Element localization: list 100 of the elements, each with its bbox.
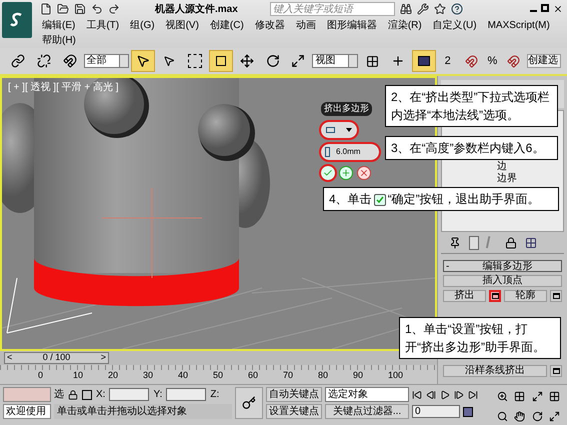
set-key-button[interactable]	[235, 387, 263, 419]
command-button[interactable]: 挤出	[443, 290, 486, 302]
command-button[interactable]: 轮廓	[504, 290, 547, 302]
pin-stack-icon[interactable]	[449, 236, 461, 248]
ruler-tick-label: 80	[318, 368, 330, 382]
ruler-tick-label: 0	[38, 368, 44, 382]
ruler-tick-label: 50	[213, 368, 224, 382]
ruler-tick-label: 30	[143, 368, 154, 382]
menu-item[interactable]: 组(G)	[130, 18, 155, 33]
time-slider-thumb[interactable]: < 0 / 100 >	[4, 352, 109, 364]
absolute-mode-icon[interactable]	[82, 390, 92, 400]
menu-item[interactable]: 图形编辑器	[326, 18, 377, 33]
next-frame-icon[interactable]	[454, 390, 464, 400]
settings-button[interactable]	[550, 290, 562, 302]
show-end-result-icon[interactable]	[469, 236, 479, 250]
instruction-tooltip: 2、在“挤出类型”下拉式选项栏内选择“本地法线”选项。	[385, 85, 558, 127]
window-crossing-icon[interactable]	[208, 50, 233, 72]
extrusion-type-dropdown[interactable]	[321, 122, 357, 138]
play-icon[interactable]	[440, 390, 450, 400]
menu-item[interactable]: 修改器	[254, 18, 285, 33]
menu-item[interactable]: 创建(C)	[210, 18, 244, 33]
star-icon[interactable]	[434, 3, 446, 15]
search-field[interactable]: 键入关键字或短语	[270, 2, 395, 16]
instruction-tooltip: 3、在“高度”参数栏内键入6。	[385, 136, 558, 160]
reference-coord-dropdown[interactable]: 视图	[312, 54, 358, 68]
dropdown-arrow-icon	[346, 128, 352, 132]
zoom-icon[interactable]	[497, 390, 508, 402]
key-filters-button[interactable]: 关键点过滤器...	[325, 404, 409, 419]
viewport-label[interactable]: [ + ][ 透视 ][ 平滑 + 高光 ]	[8, 80, 119, 95]
command-button[interactable]: 插入顶点	[443, 275, 562, 287]
save-icon[interactable]	[74, 3, 86, 15]
auto-key-button[interactable]: 自动关键点	[266, 387, 322, 402]
instruction-tooltip: 1、单击“设置”按钮，打开“挤出多边形”助手界面。	[399, 317, 561, 359]
cancel-icon	[359, 168, 369, 178]
rollout-title: 编辑多边形	[482, 260, 534, 274]
ruler-tick-label: 100	[388, 368, 404, 382]
settings-button[interactable]	[550, 365, 562, 377]
ok-button[interactable]	[321, 166, 335, 180]
z-label: Z:	[210, 388, 220, 402]
ruler-tick-label: 40	[178, 368, 190, 382]
menu-item[interactable]: 自定义(U)	[432, 18, 477, 33]
field-of-view-icon[interactable]	[497, 410, 508, 422]
redo-icon[interactable]	[108, 3, 120, 15]
window-title: 机器人源文件.max	[155, 2, 239, 16]
frame-field[interactable]: 0	[412, 405, 460, 418]
key-mode-dropdown[interactable]: 选定对象	[325, 387, 409, 402]
menu-item[interactable]: 编辑(E)	[42, 18, 76, 33]
menu-item[interactable]: 动画	[296, 18, 316, 33]
ruler-tick-label: 20	[108, 368, 120, 382]
zoom-extents-icon[interactable]	[532, 390, 542, 402]
instruction-tooltip: 4、单击 “确定”按钮，退出助手界面。	[323, 187, 559, 211]
go-to-start-icon[interactable]	[412, 390, 422, 400]
selection-lock-label[interactable]: 选	[54, 387, 64, 402]
check-icon	[374, 194, 386, 206]
menu-item[interactable]: 帮助(H)	[42, 33, 567, 48]
tree-item[interactable]: 边	[497, 161, 507, 173]
lock-icon[interactable]	[68, 390, 78, 400]
tree-item[interactable]: 边界	[497, 173, 517, 185]
collapse-sign[interactable]: -	[444, 258, 454, 274]
help-icon[interactable]	[451, 3, 463, 15]
menu-item[interactable]: 视图(V)	[166, 18, 199, 33]
previous-frame-icon[interactable]	[426, 390, 436, 400]
new-file-icon[interactable]	[40, 3, 52, 15]
y-coordinate-field[interactable]	[166, 388, 206, 401]
menu-item[interactable]: MAXScript(M)	[488, 18, 550, 33]
angle-snap-button[interactable]: 2	[438, 52, 458, 70]
ruler-tick-label: 10	[73, 368, 84, 382]
lock-icon[interactable]	[505, 236, 517, 248]
pan-icon[interactable]	[514, 410, 526, 422]
configure-icon[interactable]	[525, 236, 537, 248]
x-label: X:	[96, 388, 106, 402]
settings-button[interactable]	[489, 290, 501, 302]
binoculars-icon[interactable]	[400, 3, 412, 15]
welcome-field[interactable]: 欢迎使用	[3, 404, 51, 419]
orbit-icon[interactable]	[532, 410, 542, 422]
selection-filter-dropdown[interactable]: 全部	[84, 54, 130, 68]
ruler-tick-label: 90	[353, 368, 364, 382]
select-object-icon[interactable]	[131, 50, 156, 72]
undo-icon[interactable]	[91, 3, 103, 15]
menu-item[interactable]: 渲染(R)	[388, 18, 422, 33]
plus-icon	[341, 168, 351, 178]
open-file-icon[interactable]	[57, 3, 69, 15]
x-coordinate-field[interactable]	[109, 388, 150, 401]
time-config-icon[interactable]	[463, 406, 473, 416]
close-icon[interactable]	[553, 4, 563, 14]
rollout-header[interactable]: - 编辑多边形	[443, 260, 562, 272]
height-field[interactable]: 6.0mm	[321, 144, 379, 160]
set-key-mode-button[interactable]: 设置关键点	[266, 404, 322, 419]
maximize-icon[interactable]	[541, 4, 549, 12]
percent-snap-button[interactable]: %	[485, 52, 500, 70]
y-label: Y:	[153, 388, 162, 402]
command-button[interactable]: 沿样条线挤出	[443, 365, 547, 377]
key-icon	[242, 396, 256, 410]
keyboard-shortcut-icon[interactable]	[412, 50, 436, 72]
menu-item[interactable]: 工具(T)	[86, 18, 120, 33]
go-to-end-icon[interactable]	[468, 390, 478, 400]
wrench-icon[interactable]	[417, 3, 429, 15]
app-logo-icon[interactable]	[2, 2, 32, 38]
named-selection-field[interactable]: 创建选	[527, 54, 562, 68]
maximize-viewport-icon[interactable]	[548, 410, 560, 422]
